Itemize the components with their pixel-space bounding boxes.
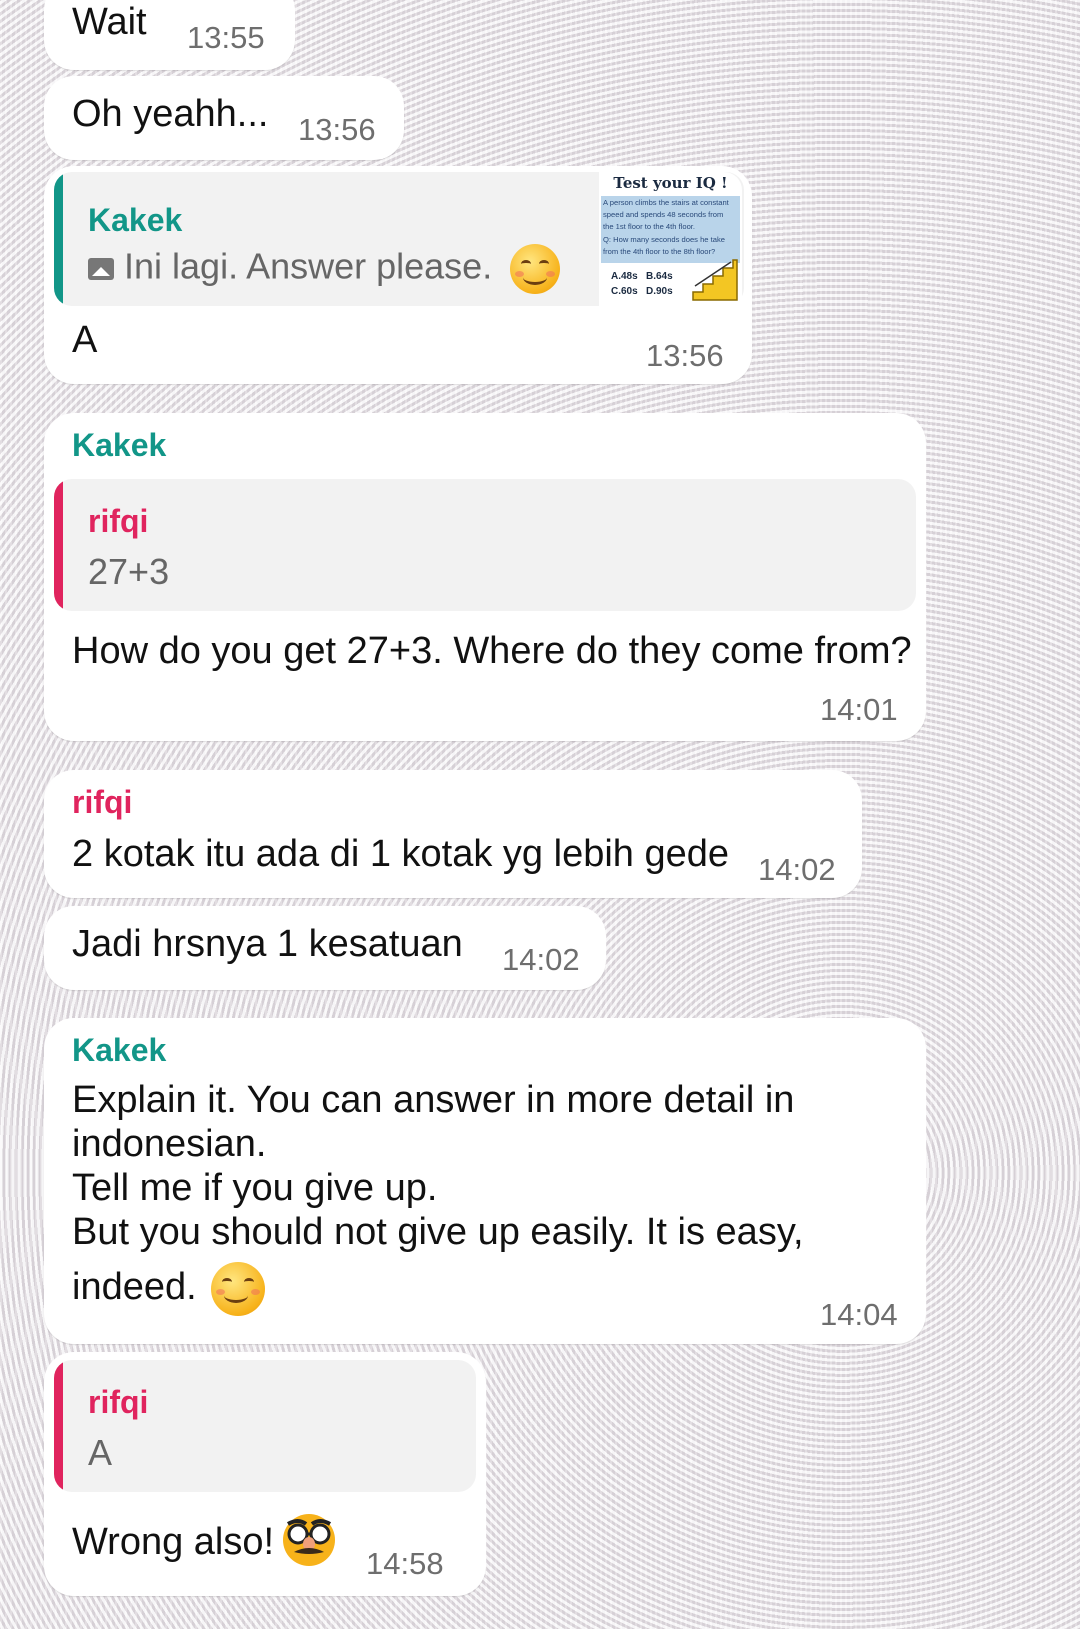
- thumbnail-line: Q: How many seconds does he take: [603, 235, 725, 244]
- quoted-message[interactable]: rifqi 27+3: [54, 479, 916, 611]
- quote-sender: rifqi: [88, 503, 149, 539]
- message-text: Oh yeahh...: [72, 93, 269, 135]
- thumbnail-line: from the 4th floor to the 8th floor?: [603, 247, 716, 256]
- message-bubble-oh-yeahh[interactable]: Oh yeahh... 13:56: [44, 76, 404, 160]
- quote-sender: rifqi: [88, 1384, 149, 1420]
- message-line: indonesian.: [72, 1123, 267, 1165]
- message-text: Wait: [72, 1, 147, 43]
- message-bubble-rifqi-kotak[interactable]: rifqi 2 kotak itu ada di 1 kotak yg lebi…: [44, 770, 862, 898]
- stairs-icon: [692, 259, 738, 301]
- smiling-face-emoji: [211, 1262, 266, 1316]
- message-line-last: indeed.: [72, 1262, 266, 1316]
- message-text: Jadi hrsnya 1 kesatuan: [72, 923, 463, 965]
- message-time: 14:01: [820, 692, 898, 727]
- thumbnail-title: Test your IQ !: [613, 174, 728, 192]
- quoted-message[interactable]: rifqi A: [54, 1360, 476, 1492]
- message-time: 14:04: [820, 1297, 898, 1332]
- message-sender: Kakek: [72, 1032, 167, 1068]
- thumbnail-answer: B.64s: [646, 271, 673, 282]
- message-time: 13:55: [187, 20, 265, 55]
- message-bubble-jadi[interactable]: Jadi hrsnya 1 kesatuan 14:02: [44, 906, 606, 990]
- message-line: But you should not give up easily. It is…: [72, 1211, 804, 1253]
- smiling-face-emoji: [510, 244, 561, 294]
- message-text: Wrong also!: [72, 1521, 275, 1563]
- quote-sender: Kakek: [88, 202, 183, 238]
- message-sender: Kakek: [72, 427, 167, 463]
- thumbnail-line: the 1st floor to the 4th floor.: [603, 222, 696, 231]
- quote-caption: Ini lagi. Answer please.: [88, 244, 561, 294]
- quote-accent-bar: [54, 1360, 63, 1492]
- message-text: A: [72, 319, 98, 361]
- thumbnail-line: speed and spends 48 seconds from: [603, 210, 724, 219]
- message-time: 14:58: [366, 1546, 444, 1581]
- message-line: Explain it. You can answer in more detai…: [72, 1079, 795, 1121]
- quote-accent-bar: [54, 479, 63, 611]
- thumbnail-answer: A.48s: [611, 271, 638, 282]
- quoted-image-thumbnail[interactable]: Test your IQ ! A person climbs the stair…: [599, 172, 742, 306]
- message-bubble-kakek-explain[interactable]: Kakek Explain it. You can answer in more…: [44, 1018, 926, 1344]
- message-bubble-wait[interactable]: Wait 13:55: [44, 0, 295, 70]
- message-text: How do you get 27+3. Where do they come …: [72, 630, 912, 672]
- message-time: 14:02: [758, 852, 836, 887]
- quote-text: Ini lagi. Answer please.: [124, 245, 493, 287]
- quote-text: A: [88, 1432, 113, 1473]
- message-bubble-wrong-also[interactable]: rifqi A Wrong also! 14:58: [44, 1352, 486, 1596]
- quote-accent-bar: [54, 172, 63, 306]
- quote-text: 27+3: [88, 551, 170, 592]
- message-time: 13:56: [646, 338, 724, 373]
- image-icon: [88, 258, 114, 280]
- message-line: Tell me if you give up.: [72, 1167, 438, 1209]
- disguised-face-emoji: [283, 1514, 335, 1566]
- message-time: 13:56: [298, 112, 376, 147]
- thumbnail-answer: D.90s: [646, 286, 673, 297]
- message-sender: rifqi: [72, 784, 133, 820]
- message-bubble-kakek-question[interactable]: Kakek rifqi 27+3 How do you get 27+3. Wh…: [44, 413, 926, 741]
- message-line: indeed.: [72, 1266, 197, 1309]
- message-time: 14:02: [502, 942, 580, 977]
- thumbnail-answer: C.60s: [611, 286, 638, 297]
- thumbnail-line: A person climbs the stairs at constant: [603, 198, 729, 207]
- message-text: 2 kotak itu ada di 1 kotak yg lebih gede: [72, 833, 730, 875]
